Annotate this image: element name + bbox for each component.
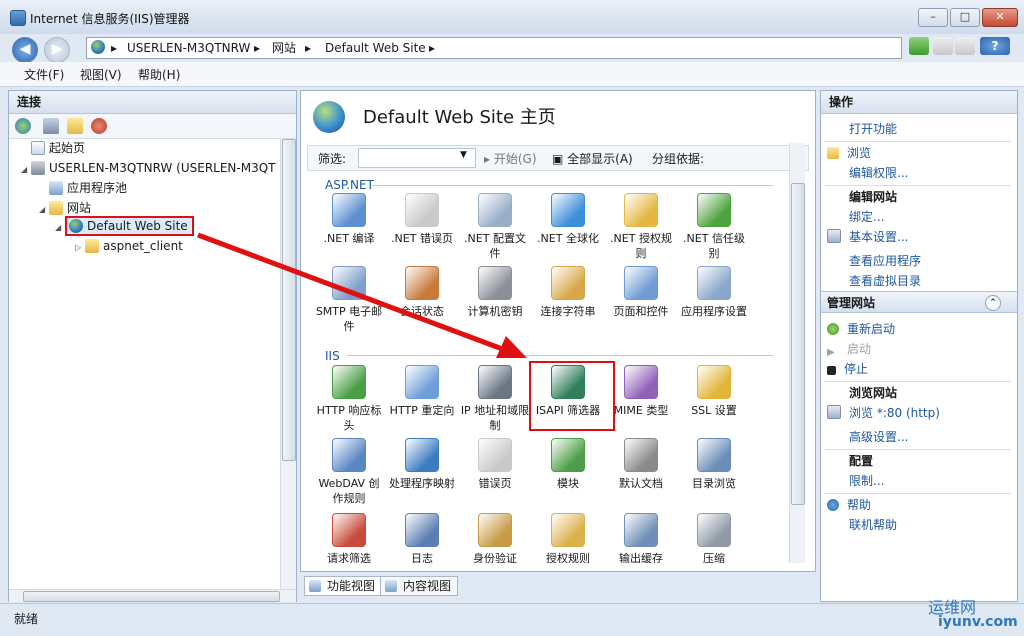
annotation-arrow xyxy=(197,232,527,358)
arrow-shaft xyxy=(197,232,506,353)
